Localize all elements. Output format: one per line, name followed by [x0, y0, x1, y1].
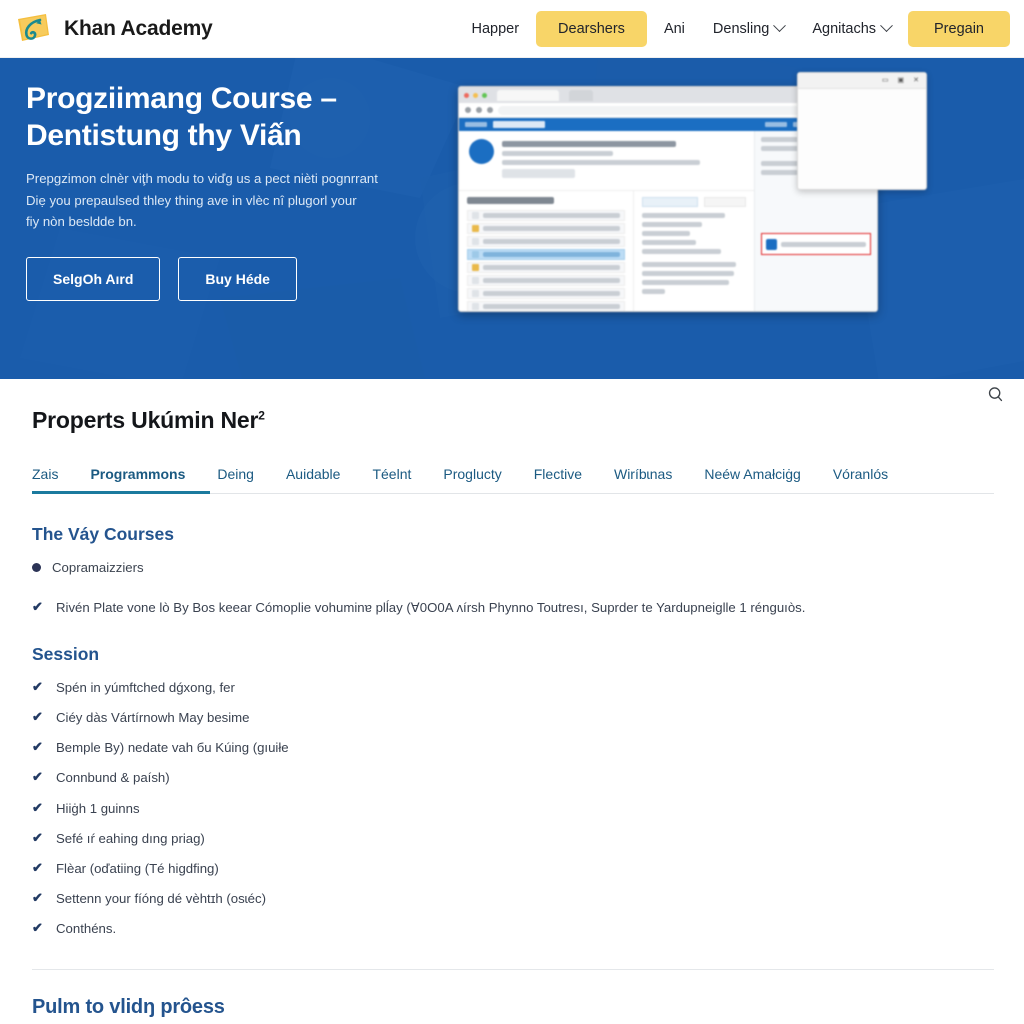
hero-text-block: Progziimang Course – Dentistung thy Viấn…: [26, 58, 456, 379]
list-item: ✔ Flèar (oďatiing (Té higdfing): [32, 860, 994, 877]
check-icon: ✔: [32, 799, 43, 815]
tab-flective[interactable]: Flective: [518, 462, 598, 493]
chevron-down-icon: [773, 19, 787, 33]
tab-teelnt[interactable]: Téelnt: [356, 462, 427, 493]
session-checklist: ✔ Spén in yúmftched dǵxong, fer ✔ Ciéy d…: [32, 679, 994, 937]
list-item: ✔ Settenn your fíóng dé vèhtɪh (osɩéc): [32, 890, 994, 907]
tab-deing[interactable]: Deing: [201, 462, 270, 493]
list-item: ✔ Connbund & paísh): [32, 769, 994, 786]
list-item-label: Spén in yúmftched dǵxong, fer: [56, 679, 235, 695]
list-item-label: Conthéns.: [56, 921, 117, 937]
check-icon: ✔: [32, 598, 43, 614]
mock-highlighted-callout: [761, 233, 871, 255]
list-item: Copramaizziers: [32, 559, 994, 577]
list-item-label: Bemple By) nedate vah бu Kúing (gıuiłe: [56, 740, 289, 756]
page-title-superscript: 2: [258, 408, 265, 423]
nav-item-happer[interactable]: Happer: [460, 13, 530, 45]
hero-secondary-button[interactable]: Buy Héde: [178, 256, 297, 301]
hero-subtitle: Prepgzimon clnèr viţh modu to viďg us a …: [26, 171, 378, 230]
nav-label: Pregain: [934, 20, 984, 37]
section-title-session: Session: [32, 643, 100, 664]
list-item-label: Sefé ıŕ eahing dıng priag): [56, 830, 205, 846]
content-tabs: Zais Programmons Deing Auidable Téelnt P…: [32, 462, 994, 494]
check-icon: ✔: [32, 920, 43, 936]
tab-neew-amalcigg[interactable]: Neéw Amałciġg: [688, 462, 817, 493]
search-button[interactable]: [980, 379, 1010, 409]
section-divider: [32, 969, 994, 971]
maximize-icon: ▣: [897, 77, 905, 84]
list-item: ✔ Conthéns.: [32, 920, 994, 937]
nav-item-agnitachs[interactable]: Agnitachs: [801, 13, 902, 45]
tab-auidable[interactable]: Auidable: [270, 462, 357, 493]
tab-zais[interactable]: Zais: [32, 462, 74, 493]
check-icon: ✔: [32, 890, 43, 906]
tab-proglucty[interactable]: Proglucty: [427, 462, 517, 493]
close-icon: ✕: [913, 77, 919, 84]
list-item: ✔ Bemple By) nedate vah бu Kúing (gıuiłe: [32, 739, 994, 756]
hero-primary-button[interactable]: SelgOh Aırd: [26, 256, 161, 301]
nav-label: Densling: [712, 20, 770, 37]
mock-secondary-window: ▭ ▣ ✕: [797, 72, 927, 190]
mock-detail-panel: [634, 191, 754, 311]
list-item: ✔ Hiiġh 1 guinns: [32, 800, 994, 817]
check-icon: ✔: [32, 859, 43, 875]
check-icon: ✔: [32, 678, 43, 694]
section-title-the-way-courses: The Váy Courses: [32, 524, 174, 544]
khan-academy-leaf-logo-icon: [14, 11, 54, 47]
blurred-browser-screenshot: ▭ ▣ ✕: [456, 72, 934, 312]
page-title-text: Properts Ukúmin Ner: [32, 407, 259, 433]
check-icon: ✔: [32, 709, 43, 725]
brand[interactable]: Khan Academy: [14, 11, 213, 47]
hero-illustration: ▭ ▣ ✕: [456, 58, 998, 379]
page-title: Properts Ukúmin Ner2: [32, 407, 994, 434]
nav-item-pregain[interactable]: Pregain: [908, 10, 1010, 47]
hero-banner: Progziimang Course – Dentistung thy Viấn…: [0, 58, 1024, 379]
tab-voranlos[interactable]: Vóranlós: [817, 462, 904, 493]
tab-programmons[interactable]: Programmons: [74, 462, 201, 493]
list-item-label: Connbund & paísh): [56, 770, 170, 786]
section-title-pulm-to-vidn-proess: Pulm to vlidŋ prôess: [32, 996, 225, 1019]
nav-item-ani[interactable]: Ani: [653, 13, 696, 45]
main-content: Properts Ukúmin Ner2 Zais Programmons De…: [0, 379, 1024, 1019]
list-item-label: Copramaizziers: [52, 560, 144, 575]
list-item-label: Flèar (oďatiing (Té higdfing): [56, 860, 219, 876]
nav-label: Ani: [663, 20, 685, 37]
nav-item-densling[interactable]: Densling: [702, 13, 795, 45]
bullet-dot-icon: [32, 563, 41, 572]
nav-label: Happer: [471, 20, 520, 37]
tab-wiribrnas[interactable]: Wiríbɩnas: [598, 462, 688, 493]
list-item: ✔ Sefé ıŕ eahing dıng priag): [32, 830, 994, 847]
minimize-icon: ▭: [881, 77, 889, 84]
nav-label: Dearshers: [558, 20, 625, 37]
list-item-label: Settenn your fíóng dé vèhtɪh (osɩéc): [56, 891, 266, 907]
list-item: ✔ Rivén Plate vone lò By Bos keear Cómop…: [32, 599, 994, 616]
site-header: Khan Academy Happer Dearshers Ani Densli…: [0, 0, 1024, 58]
list-item-label: Ciéy dàs Vártírnowh May besime: [56, 710, 250, 726]
hero-actions: SelgOh Aırd Buy Héde: [26, 256, 456, 301]
check-icon: ✔: [32, 769, 43, 785]
header-nav: Happer Dearshers Ani Densling Agnitachs …: [460, 10, 1010, 47]
brand-name: Khan Academy: [64, 16, 213, 40]
list-item-label: Hiiġh 1 guinns: [56, 800, 140, 816]
hero-title: Progziimang Course – Dentistung thy Viấn: [26, 82, 337, 153]
mock-sidebar-list: [459, 191, 634, 311]
list-item-label: Rivén Plate vone lò By Bos keear Cómopli…: [56, 599, 806, 615]
mock-window-controls: ▭ ▣ ✕: [798, 73, 926, 89]
list-item: ✔ Spén in yúmftched dǵxong, fer: [32, 679, 994, 696]
nav-label: Agnitachs: [812, 20, 877, 37]
check-icon: ✔: [32, 829, 43, 845]
search-icon: [988, 386, 1002, 401]
check-icon: ✔: [32, 739, 43, 755]
nav-item-dearshers[interactable]: Dearshers: [536, 10, 647, 47]
chevron-down-icon: [880, 19, 893, 33]
list-item: ✔ Ciéy dàs Vártírnowh May besime: [32, 709, 994, 726]
active-tab-indicator: [32, 491, 210, 494]
page-root: Khan Academy Happer Dearshers Ani Densli…: [0, 0, 1024, 1024]
